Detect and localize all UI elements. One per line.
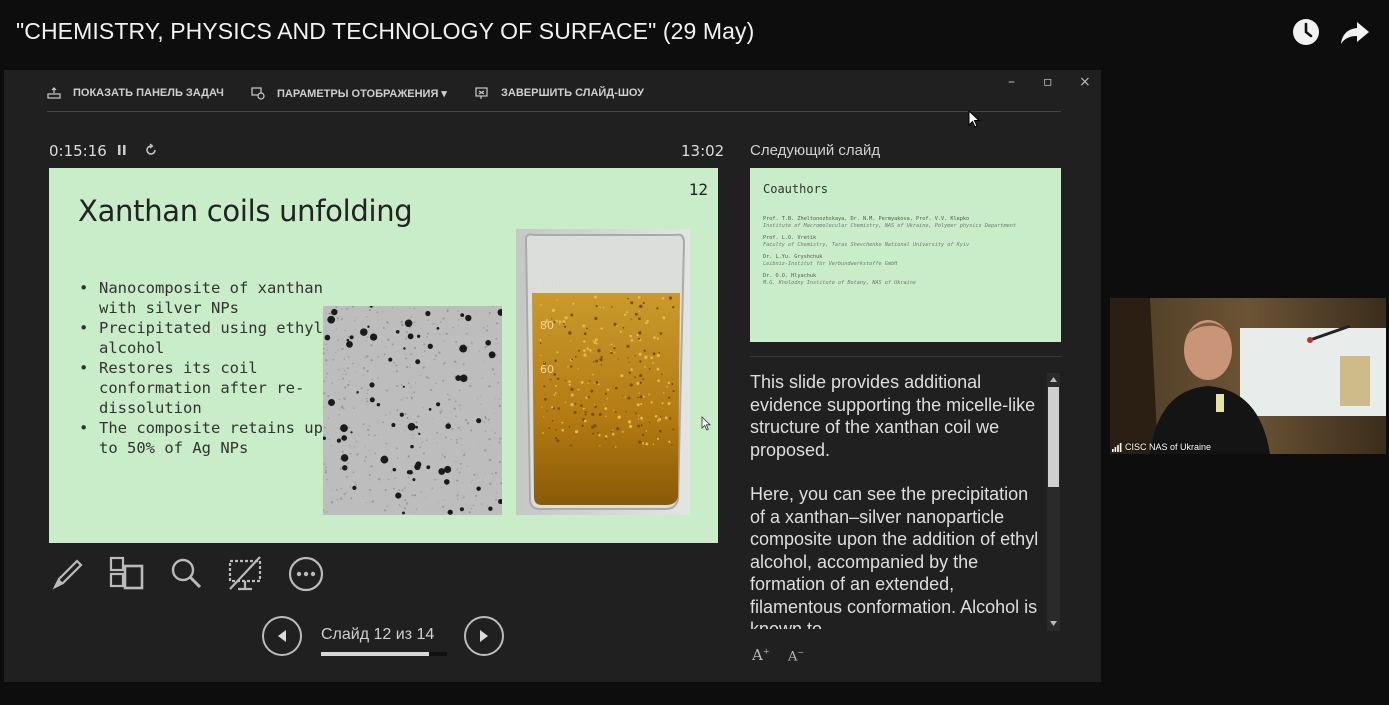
end-slideshow-label: ЗАВЕРШИТЬ СЛАЙД-ШОУ [501, 87, 645, 99]
elapsed-timer: 0:15:16 [49, 142, 107, 160]
more-icon [288, 556, 324, 592]
signal-bars-icon [1112, 442, 1122, 452]
video-title[interactable]: "CHEMISTRY, PHYSICS AND TECHNOLOGY OF SU… [16, 18, 754, 45]
decrease-font-label: A [788, 649, 798, 665]
coauthor-line: Prof. L.O. Vretik [763, 235, 817, 241]
slide-progress-fill [321, 652, 430, 656]
beaker-mark-60: 60 [540, 363, 554, 376]
webcam-label-text: CISC NAS of Ukraine [1125, 442, 1212, 452]
slide-progress-bar [321, 652, 447, 656]
presenter-view-window: ПОКАЗАТЬ ПАНЕЛЬ ЗАДАЧ ПАРАМЕТРЫ ОТОБРАЖЕ… [4, 70, 1101, 682]
webcam-video[interactable]: CISC NAS of Ukraine [1110, 298, 1386, 454]
display-settings-button[interactable]: ПАРАМЕТРЫ ОТОБРАЖЕНИЯ ▾ [251, 86, 447, 100]
end-slideshow-button[interactable]: ЗАВЕРШИТЬ СЛАЙД-ШОУ [475, 86, 644, 100]
coauthor-list: Prof. T.B. Zheltonozhskaya, Dr. N.M. Per… [763, 216, 1053, 292]
notes-scrollbar[interactable] [1047, 373, 1060, 631]
notes-paragraph: This slide provides additional evidence … [750, 372, 1036, 460]
beaker-photo-image: 100 80 60 [516, 229, 690, 515]
beaker-mark-80: 80 [540, 319, 554, 332]
slide-cursor-icon [701, 416, 711, 435]
coauthor-line: Dr. L.Yu. Gryshchuk [763, 254, 823, 260]
coauthor-line: Institute of Macromolecular Chemistry, N… [763, 223, 1016, 229]
slide-bullets: Nanocomposite of xanthan with silver NPs… [77, 278, 347, 458]
toolbar-divider [47, 111, 1061, 112]
next-slide-button[interactable] [464, 616, 504, 656]
arrow-left-icon [278, 630, 286, 642]
coauthor-line: M.G. Kholodny Institute of Botany, NAS o… [763, 280, 917, 286]
display-settings-icon [251, 86, 265, 100]
end-slideshow-icon [475, 86, 488, 99]
speaker-notes[interactable]: This slide provides additional evidence … [750, 371, 1042, 629]
pen-tool-button[interactable] [49, 555, 87, 593]
taskbar-icon [47, 87, 61, 99]
see-all-slides-button[interactable] [107, 555, 145, 593]
restore-button[interactable]: ▫ [1043, 74, 1053, 90]
beaker-mark-100: 100 [540, 279, 561, 292]
clock-icon[interactable] [1290, 16, 1322, 48]
show-taskbar-button[interactable]: ПОКАЗАТЬ ПАНЕЛЬ ЗАДАЧ [47, 86, 224, 100]
webcam-label: CISC NAS of Ukraine [1112, 442, 1211, 452]
panel-divider [750, 356, 1061, 357]
clock-time: 13:02 [681, 142, 725, 160]
next-slide-title: Coauthors [763, 182, 829, 196]
share-icon[interactable] [1339, 16, 1371, 48]
more-options-button[interactable] [287, 555, 325, 593]
increase-font-button[interactable]: A+ [752, 646, 770, 664]
bullet-item: Nanocomposite of xanthan with silver NPs [77, 278, 347, 318]
show-taskbar-label: ПОКАЗАТЬ ПАНЕЛЬ ЗАДАЧ [73, 87, 224, 99]
coauthor-line: Dr. O.O. Hlyachuk [763, 273, 817, 279]
bullet-item: Restores its coil conformation after re-… [77, 358, 347, 418]
black-screen-icon [228, 556, 262, 591]
current-slide[interactable]: Xanthan coils unfolding 12 Nanocomposite… [49, 168, 718, 543]
reset-icon [146, 143, 156, 155]
increase-font-label: A [752, 646, 763, 664]
minimize-button[interactable]: – [1008, 74, 1015, 90]
pause-icon [118, 145, 126, 155]
coauthor-line: Faculty of Chemistry, Taras Shevchenko N… [763, 242, 970, 248]
slide-title: Xanthan coils unfolding [78, 194, 413, 228]
bullet-item: Precipitated using ethyl alcohol [77, 318, 347, 358]
coauthor-line: Leibniz-Institut für Verbundwerkstoffe G… [763, 261, 898, 267]
slides-grid-icon [109, 556, 144, 590]
display-settings-label: ПАРАМЕТРЫ ОТОБРАЖЕНИЯ ▾ [277, 87, 447, 100]
bullet-item: The composite retains up to 50% of Ag NP… [77, 418, 347, 458]
arrow-right-icon [480, 630, 488, 642]
coauthor-line: Prof. T.B. Zheltonozhskaya, Dr. N.M. Per… [763, 216, 970, 222]
slide-number: 12 [688, 180, 708, 199]
mouse-cursor-icon [968, 109, 981, 132]
next-slide-label: Следующий слайд [750, 142, 881, 159]
pause-timer-button[interactable] [116, 142, 128, 161]
notes-paragraph: Here, you can see the precipitation of a… [750, 484, 1039, 629]
decrease-font-button[interactable]: A− [788, 648, 804, 664]
slide-counter: Слайд 12 из 14 [321, 626, 435, 643]
tem-micrograph-image [323, 306, 502, 515]
previous-slide-button[interactable] [262, 616, 302, 656]
close-button[interactable]: × [1079, 74, 1091, 90]
black-screen-button[interactable] [226, 555, 264, 593]
reset-timer-button[interactable] [144, 142, 158, 161]
zoom-icon [171, 558, 202, 589]
pen-icon [52, 559, 83, 590]
next-slide-preview[interactable]: Coauthors Prof. T.B. Zheltonozhskaya, Dr… [750, 168, 1061, 342]
zoom-button[interactable] [167, 555, 205, 593]
